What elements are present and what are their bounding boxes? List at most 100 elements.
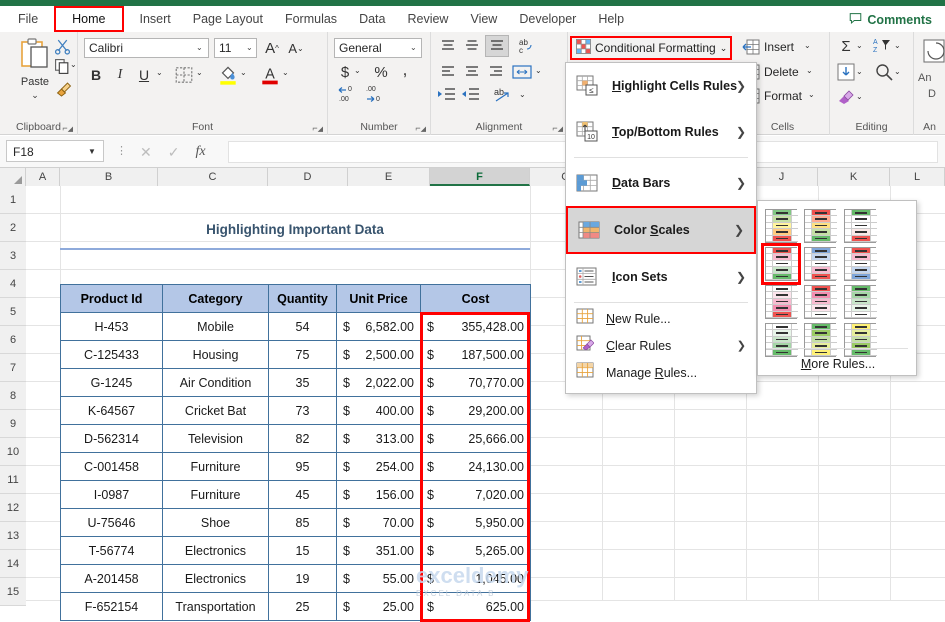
cell-unit-price[interactable]: $254.00 <box>336 452 421 481</box>
sort-and-filter-icon[interactable]: AZ <box>872 36 894 56</box>
cell-unit-price[interactable]: $351.00 <box>336 536 421 565</box>
menu-item-manage-rules[interactable]: Manage Rules... <box>566 359 756 386</box>
color-scale-thumb-rwg-red-white-green[interactable] <box>761 243 801 285</box>
menu-item-icon-sets[interactable]: Icon Sets ❯ <box>566 254 756 300</box>
paste-dropdown-caret[interactable]: ⌄ <box>10 90 60 101</box>
fill-color-caret[interactable]: ⌄ <box>240 68 247 77</box>
insert-cells-icon[interactable] <box>742 39 760 55</box>
cut-icon[interactable] <box>54 38 72 56</box>
table-row[interactable]: C-001458 Furniture 95 $254.00 $24,130.00 <box>60 452 531 481</box>
column-header-B[interactable]: B <box>60 168 158 186</box>
select-all-corner[interactable] <box>0 168 26 186</box>
number-format-caret[interactable]: ⌄ <box>410 43 427 52</box>
format-painter-icon[interactable] <box>54 80 72 98</box>
table-row[interactable]: F-652154 Transportation 25 $25.00 $625.0… <box>60 592 531 621</box>
find-and-select-icon[interactable] <box>874 62 894 82</box>
merge-caret[interactable]: ⌄ <box>535 66 542 75</box>
fill-color-icon[interactable] <box>218 63 238 85</box>
clear-caret[interactable]: ⌄ <box>856 92 863 101</box>
column-header-F[interactable]: F <box>430 168 530 186</box>
cell-product-id[interactable]: G-1245 <box>60 368 163 397</box>
cell-unit-price[interactable]: $6,582.00 <box>336 312 421 341</box>
increase-indent-icon[interactable] <box>461 86 483 106</box>
color-scale-thumb-gy-green-yellow[interactable] <box>804 323 838 357</box>
cell-quantity[interactable]: 85 <box>268 508 337 537</box>
cell-cost[interactable]: $25,666.00 <box>420 424 531 453</box>
cell-unit-price[interactable]: $313.00 <box>336 424 421 453</box>
tab-developer[interactable]: Developer <box>509 7 586 31</box>
analyze-data-icon[interactable] <box>922 38 945 64</box>
cell-quantity[interactable]: 19 <box>268 564 337 593</box>
comments-button[interactable]: Comments <box>840 8 941 32</box>
color-scale-thumb-wg-white-green[interactable] <box>765 323 798 357</box>
sort-filter-caret[interactable]: ⌄ <box>894 41 901 50</box>
autosum-icon[interactable]: Σ <box>836 36 856 56</box>
conditional-formatting-button[interactable]: Conditional Formatting ⌄ <box>570 36 732 60</box>
row-header-14[interactable]: 14 <box>0 550 26 578</box>
tab-help[interactable]: Help <box>588 7 634 31</box>
table-row[interactable]: I-0987 Furniture 45 $156.00 $7,020.00 <box>60 480 531 509</box>
cell-quantity[interactable]: 82 <box>268 424 337 453</box>
cell-unit-price[interactable]: $2,500.00 <box>336 340 421 369</box>
menu-item-highlight-cells-rules[interactable]: ≤ Highlight Cells Rules ❯ <box>566 63 756 109</box>
more-rules-button[interactable]: More Rules... <box>758 357 918 371</box>
tab-page-layout[interactable]: Page Layout <box>183 7 273 31</box>
cell-cost[interactable]: $29,200.00 <box>420 396 531 425</box>
row-header-4[interactable]: 4 <box>0 270 26 298</box>
cell-quantity[interactable]: 45 <box>268 480 337 509</box>
column-header-K[interactable]: K <box>818 168 890 186</box>
autosum-caret[interactable]: ⌄ <box>856 41 863 50</box>
check-icon[interactable]: ✓ <box>168 144 180 161</box>
name-box-caret[interactable]: ▼ <box>88 147 96 156</box>
cell-product-id[interactable]: C-001458 <box>60 452 163 481</box>
column-header-D[interactable]: D <box>268 168 348 186</box>
align-bottom-icon[interactable] <box>485 35 509 57</box>
color-scale-thumb-grw-green-white-red[interactable] <box>843 209 877 243</box>
menu-item-top-bottom-rules[interactable]: 10 Top/Bottom Rules ❯ <box>566 109 756 155</box>
row-header-11[interactable]: 11 <box>0 466 26 494</box>
cell-unit-price[interactable]: $55.00 <box>336 564 421 593</box>
wrap-text-caret[interactable]: ⌄ <box>519 90 526 99</box>
cell-category[interactable]: Furniture <box>162 452 269 481</box>
row-header-5[interactable]: 5 <box>0 298 26 326</box>
row-header-1[interactable]: 1 <box>0 186 26 214</box>
align-top-icon[interactable] <box>437 36 459 56</box>
wrap-text-icon[interactable]: ab <box>491 85 515 107</box>
cell-cost[interactable]: $1,045.00 <box>420 564 531 593</box>
alignment-dialog-launcher[interactable]: ⌐◢ <box>552 123 563 133</box>
cell-product-id[interactable]: C-125433 <box>60 340 163 369</box>
copy-dropdown-caret[interactable]: ⌄ <box>70 60 77 69</box>
tab-view[interactable]: View <box>460 7 507 31</box>
cell-product-id[interactable]: D-562314 <box>60 424 163 453</box>
delete-cells-label[interactable]: Delete <box>764 65 799 79</box>
row-header-3[interactable]: 3 <box>0 242 26 270</box>
menu-item-clear-rules[interactable]: Clear Rules ❯ <box>566 332 756 359</box>
cell-cost[interactable]: $70,770.00 <box>420 368 531 397</box>
underline-caret[interactable]: ⌄ <box>156 68 163 77</box>
cell-unit-price[interactable]: $70.00 <box>336 508 421 537</box>
insert-caret[interactable]: ⌄ <box>804 41 811 50</box>
tab-file[interactable]: File <box>8 7 48 31</box>
cell-category[interactable]: Electronics <box>162 564 269 593</box>
row-header-13[interactable]: 13 <box>0 522 26 550</box>
format-cells-label[interactable]: Format <box>764 89 802 103</box>
increase-font-size-icon[interactable]: A ^ <box>262 37 282 59</box>
align-right-icon[interactable] <box>485 62 507 82</box>
cell-category[interactable]: Mobile <box>162 312 269 341</box>
format-caret[interactable]: ⌄ <box>808 90 815 99</box>
cell-category[interactable]: Shoe <box>162 508 269 537</box>
accounting-format-icon[interactable]: $ <box>336 62 354 82</box>
color-scale-thumb-wr-white-red[interactable] <box>765 285 798 319</box>
fill-caret[interactable]: ⌄ <box>856 67 863 76</box>
font-dialog-launcher[interactable]: ⌐◢ <box>312 123 323 133</box>
percent-style-icon[interactable]: % <box>372 62 390 82</box>
tab-insert[interactable]: Insert <box>130 7 181 31</box>
borders-caret[interactable]: ⌄ <box>196 68 203 77</box>
cell-cost[interactable]: $187,500.00 <box>420 340 531 369</box>
column-header-E[interactable]: E <box>348 168 430 186</box>
color-scale-thumb-ryg-red-top[interactable] <box>804 209 838 243</box>
delete-caret[interactable]: ⌄ <box>806 66 813 75</box>
find-select-caret[interactable]: ⌄ <box>894 67 901 76</box>
cell-cost[interactable]: $5,265.00 <box>420 536 531 565</box>
cell-product-id[interactable]: T-56774 <box>60 536 163 565</box>
